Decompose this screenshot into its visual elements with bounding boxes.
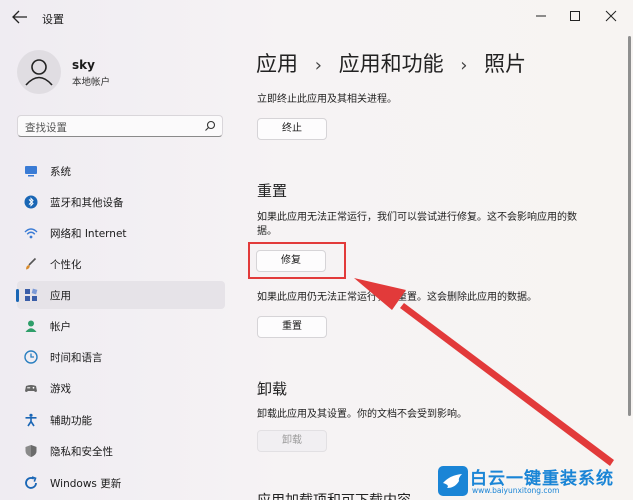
breadcrumb-apps-features[interactable]: 应用和功能 bbox=[339, 52, 444, 76]
maximize-button[interactable] bbox=[562, 6, 588, 26]
sidebar-item-label: 时间和语言 bbox=[50, 352, 103, 364]
sidebar-item-label: 辅助功能 bbox=[50, 415, 92, 427]
close-button[interactable] bbox=[598, 6, 624, 26]
user-name: sky bbox=[72, 58, 95, 72]
terminate-description: 立即终止此应用及其相关进程。 bbox=[257, 94, 397, 105]
shield-icon bbox=[25, 445, 37, 457]
sidebar-item-label: Windows 更新 bbox=[50, 478, 122, 490]
bluetooth-icon bbox=[24, 195, 38, 209]
globe-clock-icon bbox=[24, 350, 38, 364]
maximize-icon bbox=[570, 11, 580, 21]
sidebar-item-label: 隐私和安全性 bbox=[50, 446, 113, 458]
sidebar-item-time-language[interactable]: 时间和语言 bbox=[17, 343, 225, 371]
sidebar-item-privacy-security[interactable]: 隐私和安全性 bbox=[17, 437, 225, 465]
monitor-icon bbox=[25, 166, 37, 177]
account-type: 本地帐户 bbox=[72, 77, 111, 88]
watermark-url: www.baiyunxitong.com bbox=[472, 486, 560, 495]
accessibility-icon bbox=[25, 413, 37, 427]
chevron-right-icon: › bbox=[314, 55, 322, 76]
bird-logo-icon bbox=[438, 466, 468, 496]
back-button[interactable] bbox=[12, 10, 28, 24]
uninstall-button[interactable]: 卸载 bbox=[257, 430, 327, 452]
title-bar: 设置 bbox=[0, 0, 633, 34]
repair-description-cont: 据。 bbox=[257, 226, 277, 237]
sidebar-item-apps[interactable]: 应用 bbox=[16, 281, 225, 309]
avatar[interactable] bbox=[17, 50, 61, 94]
active-indicator bbox=[16, 289, 19, 302]
sidebar-item-label: 游戏 bbox=[50, 383, 71, 395]
settings-window: 设置 sky 本地帐户 查找设置 系统 蓝牙和其他设备 网络和 Internet… bbox=[0, 0, 633, 500]
app-title: 设置 bbox=[42, 13, 64, 26]
chevron-right-icon: › bbox=[460, 55, 468, 76]
reset-section-heading: 重置 bbox=[257, 182, 288, 200]
search-input[interactable]: 查找设置 bbox=[17, 115, 223, 137]
search-icon bbox=[205, 120, 216, 131]
annotation-arrow bbox=[354, 278, 614, 466]
sidebar-item-label: 系统 bbox=[50, 166, 71, 178]
reset-button[interactable]: 重置 bbox=[257, 316, 327, 338]
wifi-icon bbox=[24, 228, 38, 239]
scrollbar[interactable] bbox=[628, 36, 631, 416]
minimize-button[interactable] bbox=[528, 6, 554, 26]
sidebar-item-system[interactable]: 系统 bbox=[17, 157, 225, 185]
account-icon bbox=[25, 320, 37, 332]
sidebar-item-label: 个性化 bbox=[50, 259, 82, 271]
uninstall-section-heading: 卸载 bbox=[257, 380, 288, 398]
back-arrow-icon bbox=[12, 10, 27, 24]
sidebar-item-bluetooth[interactable]: 蓝牙和其他设备 bbox=[17, 188, 225, 216]
breadcrumb: 应用 › 应用和功能 › 照片 bbox=[256, 48, 526, 78]
terminate-button[interactable]: 终止 bbox=[257, 118, 327, 140]
user-avatar-icon bbox=[25, 59, 53, 86]
sidebar-item-label: 蓝牙和其他设备 bbox=[50, 197, 124, 209]
sidebar-item-network[interactable]: 网络和 Internet bbox=[17, 219, 225, 247]
sidebar-item-label: 网络和 Internet bbox=[50, 228, 127, 240]
sidebar-item-personalization[interactable]: 个性化 bbox=[17, 250, 225, 278]
sidebar-item-gaming[interactable]: 游戏 bbox=[17, 374, 225, 402]
update-icon bbox=[25, 476, 37, 489]
sidebar-item-accounts[interactable]: 帐户 bbox=[17, 312, 225, 340]
next-section-heading: 应用加载项和可下载内容 bbox=[257, 490, 411, 500]
breadcrumb-apps[interactable]: 应用 bbox=[256, 52, 298, 76]
annotation-highlight-box bbox=[248, 242, 346, 279]
brush-icon bbox=[26, 257, 37, 270]
breadcrumb-current: 照片 bbox=[484, 52, 527, 76]
search-placeholder: 查找设置 bbox=[25, 122, 67, 134]
sidebar-item-windows-update[interactable]: Windows 更新 bbox=[17, 469, 225, 497]
close-icon bbox=[605, 10, 617, 22]
sidebar-item-accessibility[interactable]: 辅助功能 bbox=[17, 406, 225, 434]
minimize-icon bbox=[536, 15, 546, 17]
sidebar-item-label: 应用 bbox=[50, 290, 71, 302]
gamepad-icon bbox=[25, 385, 37, 392]
sidebar-item-label: 帐户 bbox=[50, 321, 71, 333]
apps-icon bbox=[25, 288, 38, 301]
repair-description: 如果此应用无法正常运行，我们可以尝试进行修复。这不会影响应用的数 bbox=[257, 212, 577, 223]
watermark: 白云一键重装系统 www.baiyunxitong.com bbox=[438, 462, 630, 500]
